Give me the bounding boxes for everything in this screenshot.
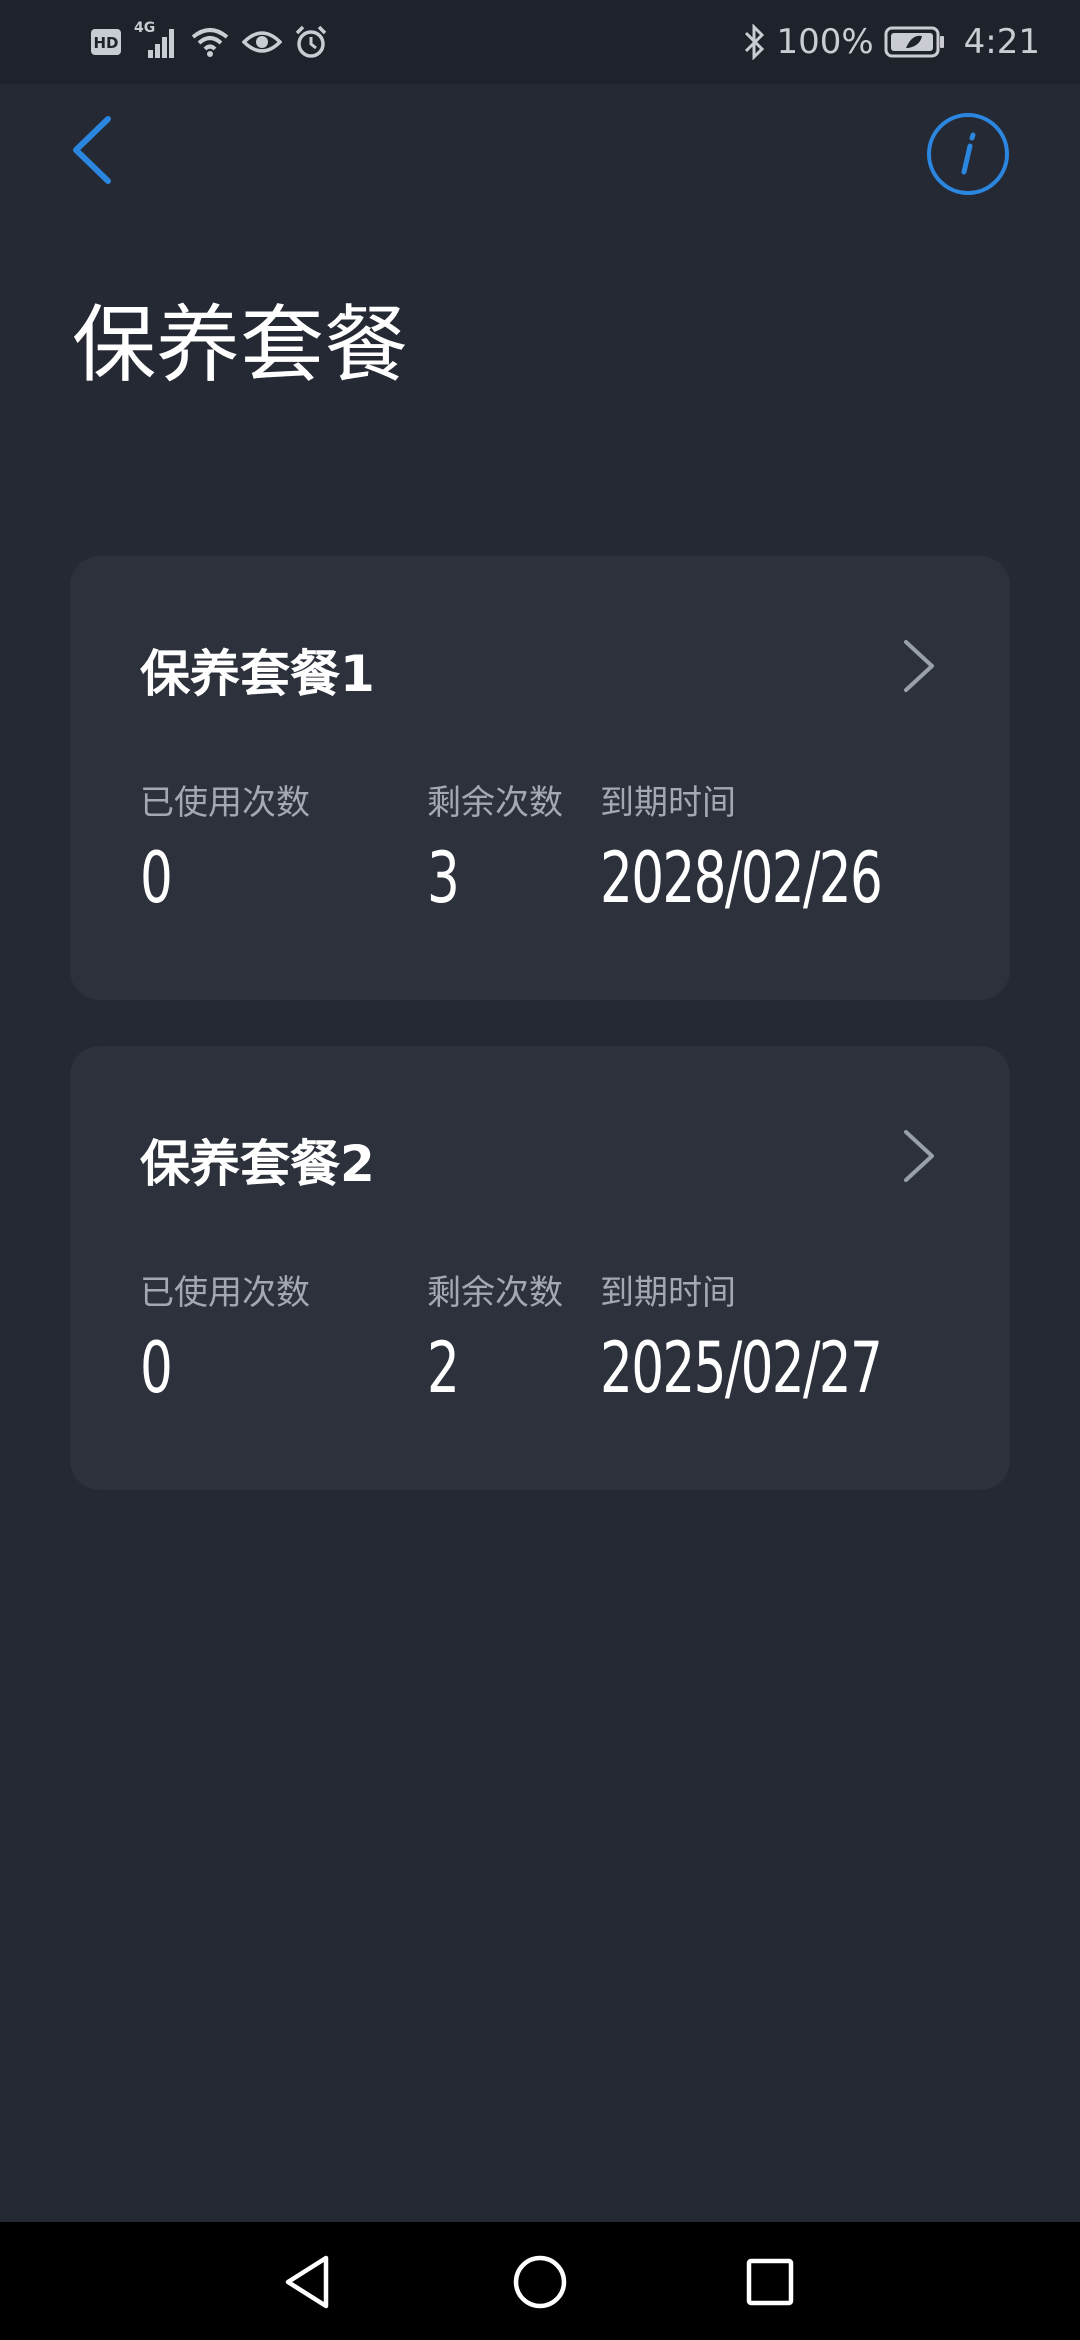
used-count-label: 已使用次数 (140, 1273, 310, 1313)
nav-recents-button[interactable] (734, 2246, 806, 2318)
home-circle-icon (513, 2255, 567, 2309)
svg-text:HD: HD (93, 34, 118, 52)
used-count-value: 0 (140, 1327, 173, 1409)
info-button[interactable] (926, 112, 1009, 195)
bluetooth-icon (742, 24, 766, 60)
remaining-count-value: 3 (427, 837, 460, 919)
clock: 4:21 (963, 22, 1040, 62)
expiry-stat: 到期时间 2028/02/26 (600, 778, 943, 928)
package-name: 保养套餐2 (140, 1135, 375, 1193)
package-card[interactable]: 保养套餐1 已使用次数 0 剩余次数 3 到期时间 2028/02/26 (70, 556, 1010, 1000)
status-bar: HD 4G 100% 4:21 (0, 0, 1080, 84)
back-triangle-icon (285, 2255, 329, 2309)
page-title: 保养套餐 (72, 296, 409, 394)
chevron-right-icon (904, 640, 934, 692)
info-icon (927, 113, 1009, 195)
used-count-stat: 已使用次数 0 (140, 1268, 310, 1418)
remaining-count-stat: 剩余次数 3 (427, 778, 563, 928)
hd-icon: HD (90, 27, 122, 57)
used-count-label: 已使用次数 (140, 783, 310, 823)
signal-4g-icon: 4G (134, 20, 178, 60)
network-type-label: 4G (134, 20, 156, 36)
recents-square-icon (746, 2258, 794, 2306)
remaining-count-label: 剩余次数 (427, 1273, 563, 1313)
package-name: 保养套餐1 (140, 645, 375, 703)
screen: HD 4G 100% 4:21 保养套餐 保养套餐1 已使用次数 0 剩余次数 … (0, 0, 1080, 2340)
nav-home-button[interactable] (504, 2246, 576, 2318)
remaining-count-stat: 剩余次数 2 (427, 1268, 563, 1418)
status-right: 100% 4:21 (742, 18, 1040, 66)
expiry-value: 2028/02/26 (600, 837, 883, 919)
nav-back-button[interactable] (272, 2246, 344, 2318)
wifi-icon (190, 25, 230, 59)
battery-percent: 100% (776, 22, 874, 62)
alarm-icon (294, 25, 328, 59)
chevron-right-icon (904, 1130, 934, 1182)
status-left-icons: HD 4G (90, 18, 328, 66)
system-nav-bar (0, 2222, 1080, 2340)
expiry-value: 2025/02/27 (600, 1327, 883, 1409)
used-count-stat: 已使用次数 0 (140, 778, 310, 928)
back-button[interactable] (56, 110, 126, 190)
expiry-stat: 到期时间 2025/02/27 (600, 1268, 943, 1418)
battery-icon (884, 26, 946, 58)
back-chevron-icon (73, 116, 111, 184)
remaining-count-label: 剩余次数 (427, 783, 563, 823)
expiry-label: 到期时间 (600, 1273, 736, 1313)
used-count-value: 0 (140, 837, 173, 919)
expiry-label: 到期时间 (600, 783, 736, 823)
package-card[interactable]: 保养套餐2 已使用次数 0 剩余次数 2 到期时间 2025/02/27 (70, 1046, 1010, 1490)
remaining-count-value: 2 (427, 1327, 460, 1409)
eye-icon (242, 27, 282, 57)
